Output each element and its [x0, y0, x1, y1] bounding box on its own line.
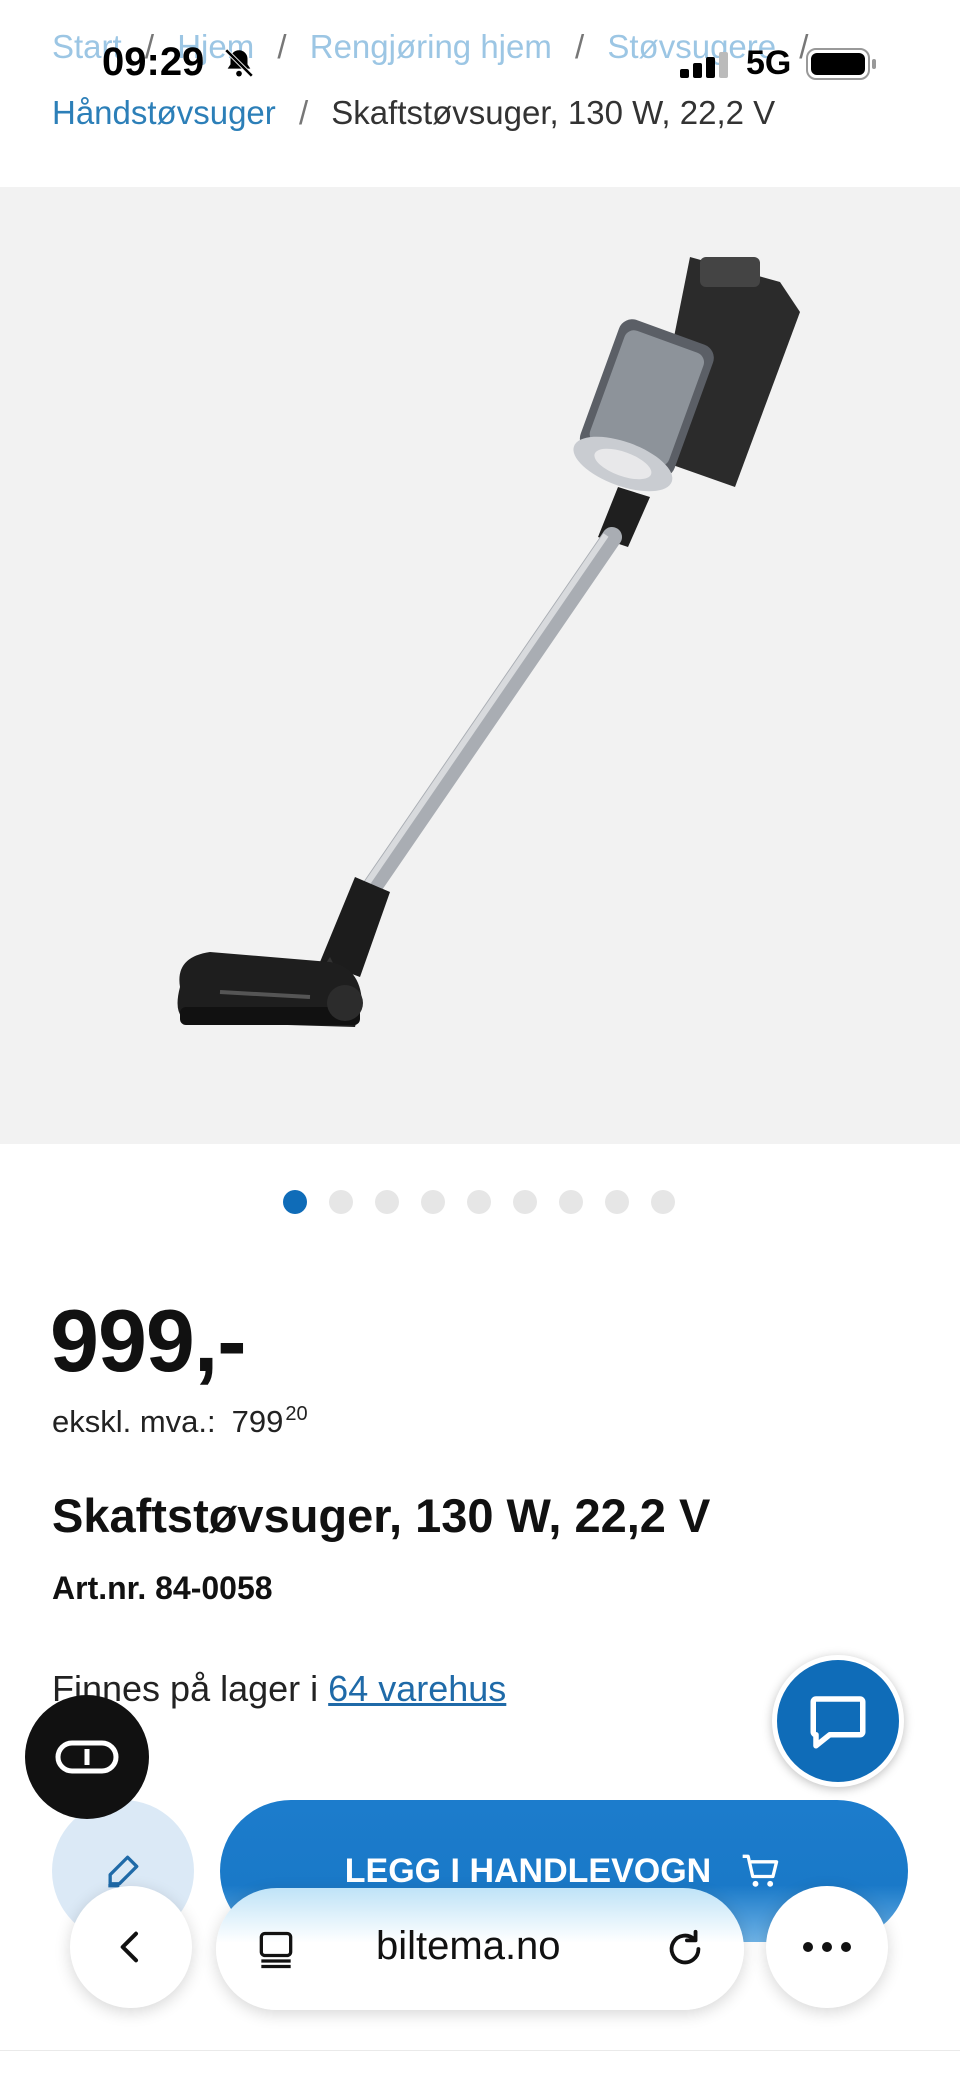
chat-button[interactable]: [772, 1655, 904, 1787]
price-ex-vat: ekskl. mva.: 799 20: [52, 1403, 308, 1440]
breadcrumb-separator: /: [575, 28, 585, 65]
tabs-button[interactable]: [254, 1928, 298, 1977]
gallery-dot[interactable]: [559, 1190, 583, 1214]
address-bar[interactable]: biltema.no: [216, 1888, 744, 2010]
cart-icon: [742, 1854, 779, 1887]
gallery-dot[interactable]: [329, 1190, 353, 1214]
battery-icon: [806, 48, 878, 85]
chat-icon: [810, 1696, 866, 1749]
ex-vat-label: ekskl. mva.:: [52, 1404, 216, 1439]
ex-vat-whole: 799: [231, 1404, 284, 1439]
gallery-dot-active[interactable]: [283, 1190, 307, 1214]
breadcrumb-second-line: Håndstøvsuger / Skaftstøvsuger, 130 W, 2…: [52, 94, 775, 132]
tabs-icon: [259, 1931, 293, 1969]
chevron-left-icon: [120, 1931, 138, 1963]
store-availability-link[interactable]: 64 varehus: [328, 1668, 506, 1709]
breadcrumb-handheld[interactable]: Håndstøvsuger: [52, 94, 276, 131]
bottom-divider: [0, 2050, 960, 2051]
browser-more-button[interactable]: [766, 1886, 888, 2008]
gallery-dot[interactable]: [467, 1190, 491, 1214]
network-type: 5G: [746, 44, 792, 82]
reload-button[interactable]: [662, 1926, 708, 1977]
gallery-dot[interactable]: [375, 1190, 399, 1214]
breadcrumb-separator: /: [277, 28, 287, 65]
add-to-cart-label: LEGG I HANDLEVOGN: [344, 1851, 712, 1890]
browser-back-button[interactable]: [70, 1886, 192, 2008]
gallery-pagination: [283, 1190, 675, 1214]
url-text[interactable]: biltema.no: [376, 1924, 561, 1969]
product-image[interactable]: [0, 187, 960, 1144]
breadcrumb-cleaning[interactable]: Rengjøring hjem: [310, 28, 552, 65]
gallery-dot[interactable]: [421, 1190, 445, 1214]
status-time: 09:29: [102, 40, 205, 84]
bell-slash-icon: [222, 46, 256, 85]
stick-vacuum-image: [177, 257, 800, 1027]
breadcrumb-separator: /: [298, 94, 309, 131]
reader-mode-button[interactable]: [25, 1695, 149, 1819]
article-number: Art.nr. 84-0058: [52, 1570, 273, 1606]
gallery-dot[interactable]: [513, 1190, 537, 1214]
product-title: Skaftstøvsuger, 130 W, 22,2 V: [52, 1489, 711, 1542]
signal-icon: [680, 52, 732, 83]
more-icon: [803, 1942, 851, 1952]
product-price: 999,-: [50, 1291, 247, 1390]
breadcrumb-current: Skaftstøvsuger, 130 W, 22,2 V: [331, 94, 776, 131]
ex-vat-fraction: 20: [285, 1403, 308, 1425]
reader-mode-icon: [55, 1740, 119, 1774]
reload-icon: [669, 1929, 701, 1965]
gallery-dot[interactable]: [605, 1190, 629, 1214]
gallery-dot[interactable]: [651, 1190, 675, 1214]
